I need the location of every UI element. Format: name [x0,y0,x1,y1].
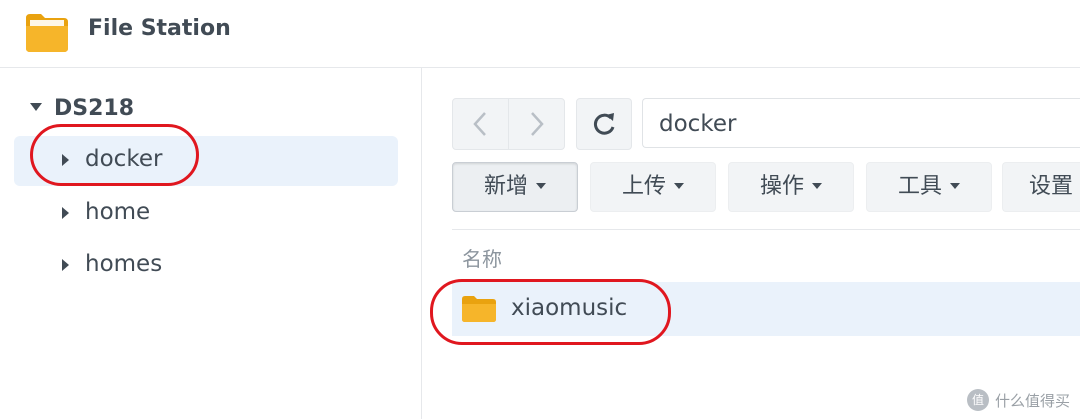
tree-root-ds218[interactable]: DS218 [30,96,134,121]
app-title: File Station [88,16,231,41]
tree-root-label: DS218 [54,96,135,121]
dropdown-arrow-icon [536,183,546,189]
refresh-icon [593,113,615,135]
dropdown-arrow-icon [674,183,684,189]
caret-right-icon[interactable] [62,154,69,166]
main-panel: docker 新增 上传 操作 工具 设置 名称 xiaomusic [422,68,1080,419]
refresh-button[interactable] [576,98,632,150]
caret-right-icon[interactable] [62,207,69,219]
settings-button[interactable]: 设置 [1002,162,1080,212]
column-header-name[interactable]: 名称 [462,243,502,272]
file-row[interactable]: xiaomusic [452,282,1080,336]
path-input[interactable]: docker [642,98,1080,148]
nav-button-group [452,98,565,150]
caret-right-icon[interactable] [62,259,69,271]
tree-item-label: home [85,199,151,225]
upload-button[interactable]: 上传 [590,162,716,212]
folder-icon [462,296,496,322]
chevron-left-icon [473,112,486,136]
dropdown-arrow-icon [812,183,822,189]
file-name: xiaomusic [511,295,628,321]
back-button[interactable] [453,99,509,149]
watermark-text: 什么值得买 [994,391,1070,410]
tree-item-home[interactable]: home [14,189,398,239]
watermark-badge: 值 [966,389,989,411]
title-bar: File Station [0,0,1080,68]
dropdown-arrow-icon [950,183,960,189]
tree-item-label: homes [85,251,163,277]
create-button[interactable]: 新增 [452,162,578,212]
action-button-label: 操作 [759,174,804,199]
caret-down-icon[interactable] [30,103,42,111]
tools-button-label: 工具 [897,174,942,199]
toolbar-divider [452,229,1080,230]
tools-button[interactable]: 工具 [866,162,992,212]
tree-item-homes[interactable]: homes [14,241,398,291]
tree-item-docker[interactable]: docker [14,136,398,186]
action-button[interactable]: 操作 [728,162,854,212]
chevron-right-icon [531,112,544,136]
folder-tree: DS218 docker home homes [0,68,422,419]
tree-item-label: docker [85,146,163,172]
forward-button[interactable] [509,99,564,149]
create-button-label: 新增 [483,174,528,199]
folder-app-icon [26,14,68,52]
settings-button-label: 设置 [1029,174,1074,199]
watermark: 值 什么值得买 [966,389,1070,411]
upload-button-label: 上传 [621,174,666,199]
